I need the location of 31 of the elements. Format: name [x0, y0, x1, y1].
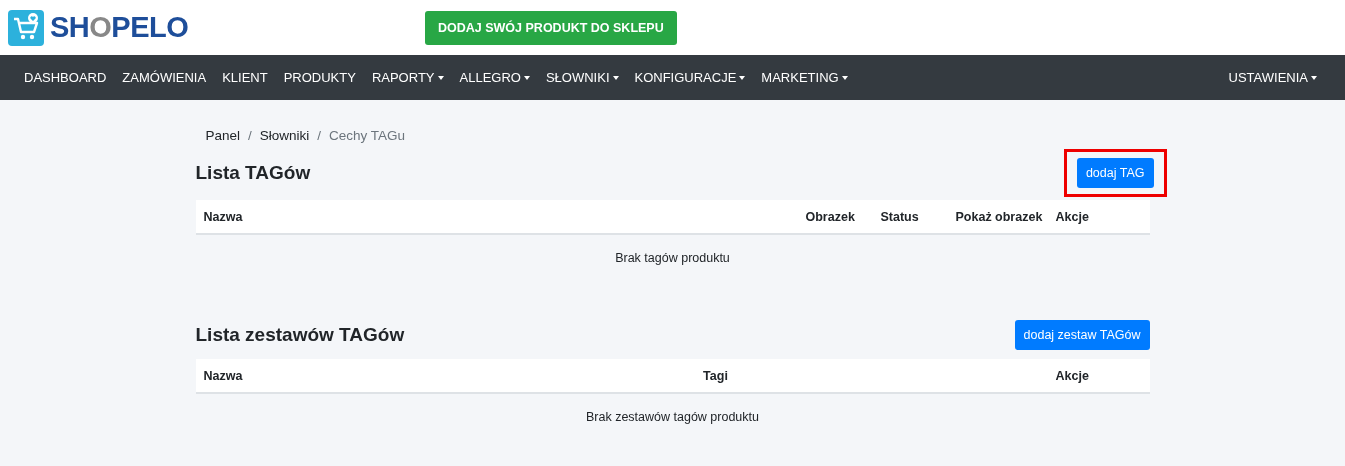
- breadcrumb-link[interactable]: Słowniki: [259, 128, 310, 150]
- nav-item[interactable]: PRODUKTY: [275, 70, 364, 85]
- breadcrumb-separator: /: [317, 128, 322, 145]
- column-header: Akcje: [1054, 368, 1090, 383]
- nav-item[interactable]: MARKETING: [753, 70, 856, 85]
- logo-text: SHOPELO: [50, 11, 189, 44]
- nav-item[interactable]: SŁOWNIKI: [537, 70, 627, 85]
- column-header: Pokaż obrazek: [954, 209, 1044, 224]
- nav-item[interactable]: ZAMÓWIENIA: [114, 70, 215, 85]
- nav-item[interactable]: USTAWIENIA: [1220, 70, 1325, 85]
- section-title: Lista TAGów: [195, 162, 311, 184]
- empty-message: Brak zestawów tagów produktu: [585, 409, 760, 424]
- nav-item[interactable]: KONFIGURACJE: [626, 70, 754, 85]
- column-header: Obrazek: [804, 209, 856, 224]
- add-button[interactable]: dodaj TAG: [1076, 158, 1154, 188]
- column-header: Nazwa: [202, 209, 244, 224]
- add-button[interactable]: dodaj zestaw TAGów: [1014, 320, 1150, 350]
- nav-item[interactable]: RAPORTY: [363, 70, 452, 85]
- cart-logo-icon: [8, 9, 44, 46]
- current-page-label: Cechy TAGu: [329, 128, 406, 145]
- column-header: Akcje: [1054, 209, 1090, 224]
- nav-item[interactable]: KLIENT: [214, 70, 276, 85]
- empty-message: Brak tagów produktu: [614, 250, 731, 265]
- breadcrumb-link[interactable]: Panel: [205, 128, 241, 150]
- nav-item[interactable]: ALLEGRO: [451, 70, 538, 85]
- nav-item[interactable]: DASHBOARD: [16, 70, 115, 85]
- column-header: Status: [879, 209, 920, 224]
- column-header: Nazwa: [202, 368, 244, 383]
- section-title: Lista zestawów TAGów: [195, 324, 405, 346]
- column-header: Tagi: [702, 368, 729, 383]
- breadcrumb-separator: /: [248, 128, 252, 145]
